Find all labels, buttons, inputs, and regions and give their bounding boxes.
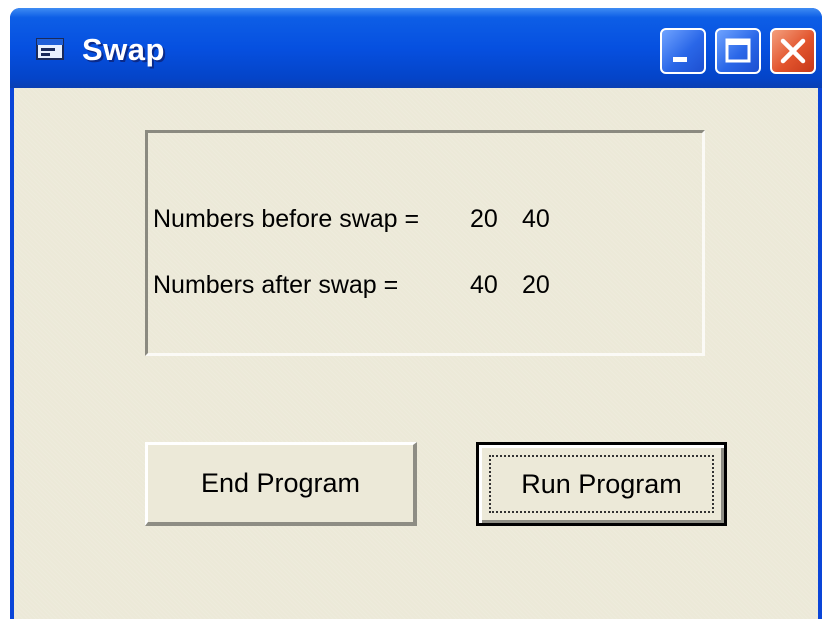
output-panel: Numbers before swap = 20 40 Numbers after … xyxy=(145,130,705,356)
minimize-icon xyxy=(673,57,687,62)
title-bar[interactable]: Swap xyxy=(10,8,822,88)
before-swap-line: Numbers before swap = 20 40 xyxy=(153,205,574,234)
before-swap-second-value: 40 xyxy=(522,205,550,233)
close-button[interactable] xyxy=(770,28,816,74)
app-form-icon xyxy=(36,38,64,60)
close-icon xyxy=(780,38,806,64)
before-swap-first-value: 20 xyxy=(470,205,498,233)
end-program-button[interactable]: End Program xyxy=(145,442,417,526)
after-swap-label: Numbers after swap = xyxy=(153,271,399,299)
maximize-icon xyxy=(725,38,751,63)
window-title: Swap xyxy=(82,32,165,67)
swap-window: Swap Numbers before swap = 20 40 Numbers a… xyxy=(10,8,822,619)
run-program-button[interactable]: Run Program xyxy=(476,442,727,526)
maximize-button[interactable] xyxy=(715,28,761,74)
end-program-label: End Program xyxy=(200,468,361,498)
form-client-area: Numbers before swap = 20 40 Numbers after … xyxy=(14,88,818,619)
after-swap-second-value: 20 xyxy=(522,271,550,299)
after-swap-first-value: 40 xyxy=(470,271,498,299)
after-swap-line: Numbers after swap = 40 20 xyxy=(153,271,574,300)
minimize-button[interactable] xyxy=(660,28,706,74)
run-program-label: Run Program xyxy=(521,468,682,499)
before-swap-label: Numbers before swap = xyxy=(153,205,420,233)
